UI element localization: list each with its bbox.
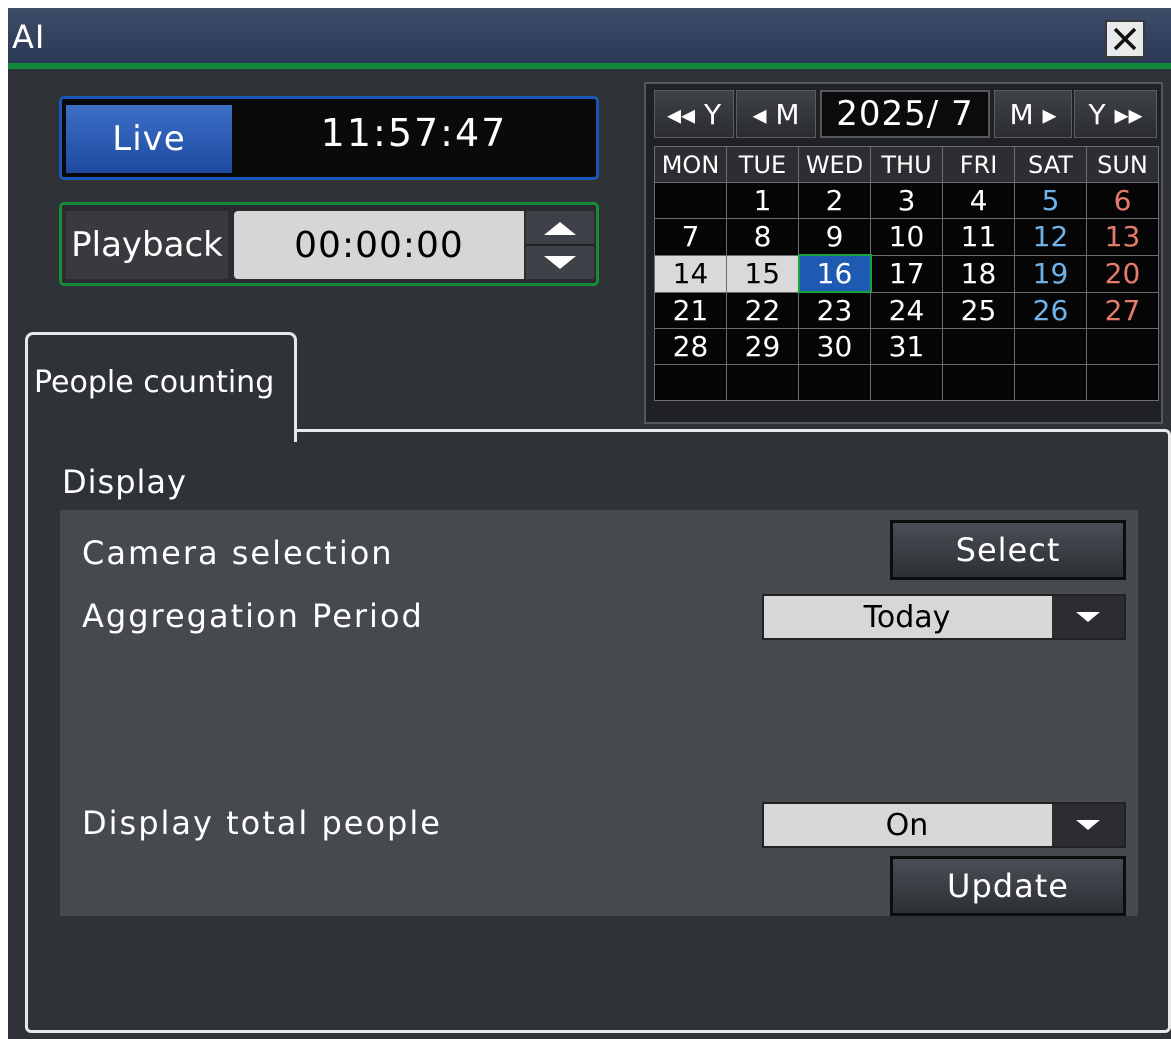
weekday-sun: SUN [1086, 146, 1159, 183]
weekday-header-row: MON TUE WED THU FRI SAT SUN [654, 146, 1159, 183]
calendar-day[interactable]: 22 [726, 291, 799, 329]
calendar-day [1014, 328, 1087, 365]
calendar-day[interactable]: 7 [654, 218, 727, 256]
calendar-day[interactable]: 9 [798, 218, 871, 256]
calendar-day[interactable]: 28 [654, 328, 727, 365]
calendar-day[interactable]: 5 [1014, 182, 1087, 219]
calendar-grid: MON TUE WED THU FRI SAT SUN 1 2 3 4 5 6 … [654, 146, 1159, 401]
live-time: 11:57:47 [320, 111, 508, 155]
close-button[interactable] [1105, 20, 1145, 58]
calendar-day[interactable]: 8 [726, 218, 799, 256]
calendar-week [654, 364, 1159, 401]
calendar-day [1086, 328, 1159, 365]
title-bar: AI [8, 8, 1171, 63]
time-up-button[interactable] [526, 211, 594, 246]
calendar: ◂◂ Y ◂ M 2025/ 7 M ▸ Y ▸▸ MON TUE WED TH… [644, 82, 1163, 424]
window-title: AI [12, 18, 46, 56]
calendar-day[interactable]: 18 [942, 254, 1015, 293]
tab-label: People counting [34, 365, 275, 400]
calendar-day [798, 364, 871, 401]
display-total-people-label: Display total people [82, 804, 442, 842]
calendar-day [654, 364, 727, 401]
calendar-day[interactable]: 29 [726, 328, 799, 365]
calendar-day[interactable]: 11 [942, 218, 1015, 256]
playback-time-stepper [526, 211, 594, 279]
weekday-tue: TUE [726, 146, 799, 183]
aggregation-period-value: Today [863, 599, 951, 635]
calendar-day[interactable] [654, 182, 727, 219]
next-year-button[interactable]: Y ▸▸ [1074, 90, 1157, 138]
calendar-day[interactable]: 2 [798, 182, 871, 219]
calendar-day[interactable]: 6 [1086, 182, 1159, 219]
time-down-button[interactable] [526, 246, 594, 279]
display-settings-box: Camera selection Select Aggregation Peri… [60, 510, 1138, 916]
calendar-day[interactable]: 31 [870, 328, 943, 365]
calendar-week: 21 22 23 24 25 26 27 [654, 291, 1159, 329]
calendar-day [1014, 364, 1087, 401]
calendar-day [942, 328, 1015, 365]
calendar-day [1086, 364, 1159, 401]
calendar-day[interactable]: 30 [798, 328, 871, 365]
calendar-day [870, 364, 943, 401]
next-month-button[interactable]: M ▸ [994, 90, 1072, 138]
display-total-people-value: On [885, 807, 929, 843]
calendar-day [942, 364, 1015, 401]
live-button[interactable]: Live [66, 105, 232, 173]
camera-selection-label: Camera selection [82, 534, 394, 572]
triangle-up-icon [544, 221, 576, 235]
weekday-wed: WED [798, 146, 871, 183]
calendar-month-label: 2025/ 7 [820, 90, 990, 138]
calendar-day [726, 364, 799, 401]
aggregation-period-label: Aggregation Period [82, 597, 424, 635]
tab-joint [28, 426, 294, 434]
calendar-day[interactable]: 3 [870, 182, 943, 219]
live-panel: Live 11:57:47 [59, 96, 599, 180]
calendar-day[interactable]: 19 [1014, 254, 1087, 293]
calendar-week: 14 15 16 17 18 19 20 [654, 254, 1159, 293]
calendar-day[interactable]: 20 [1086, 254, 1159, 293]
calendar-day[interactable]: 21 [654, 291, 727, 329]
calendar-day[interactable]: 14 [654, 254, 727, 293]
section-title: Display [62, 463, 187, 501]
calendar-day[interactable]: 4 [942, 182, 1015, 219]
weekday-sat: SAT [1014, 146, 1087, 183]
title-underline [8, 63, 1171, 69]
triangle-down-icon [544, 255, 576, 269]
calendar-day[interactable]: 17 [870, 254, 943, 293]
calendar-week: 7 8 9 10 11 12 13 [654, 218, 1159, 256]
calendar-day[interactable]: 13 [1086, 218, 1159, 256]
close-icon [1113, 27, 1137, 51]
calendar-day[interactable]: 12 [1014, 218, 1087, 256]
calendar-day[interactable]: 23 [798, 291, 871, 329]
prev-year-button[interactable]: ◂◂ Y [654, 90, 734, 138]
playback-time-field[interactable]: 00:00:00 [234, 211, 524, 279]
calendar-day[interactable]: 26 [1014, 291, 1087, 329]
prev-month-button[interactable]: ◂ M [736, 90, 816, 138]
display-total-people-select[interactable]: On [762, 802, 1126, 848]
weekday-fri: FRI [942, 146, 1015, 183]
aggregation-period-select[interactable]: Today [762, 594, 1126, 640]
calendar-day[interactable]: 10 [870, 218, 943, 256]
chevron-down-icon[interactable] [1052, 804, 1124, 846]
ai-window: AI Live 11:57:47 Playback 00:00:00 ◂◂ Y … [8, 8, 1171, 1039]
update-button[interactable]: Update [890, 856, 1126, 916]
calendar-day[interactable]: 27 [1086, 291, 1159, 329]
playback-panel: Playback 00:00:00 [59, 202, 599, 286]
chevron-down-icon[interactable] [1052, 596, 1124, 638]
weekday-thu: THU [870, 146, 943, 183]
calendar-day[interactable]: 24 [870, 291, 943, 329]
select-camera-button[interactable]: Select [890, 520, 1126, 580]
calendar-day[interactable]: 25 [942, 291, 1015, 329]
weekday-mon: MON [654, 146, 727, 183]
calendar-week: 28 29 30 31 [654, 328, 1159, 365]
calendar-day[interactable]: 15 [726, 254, 799, 293]
playback-button[interactable]: Playback [66, 211, 228, 279]
calendar-week: 1 2 3 4 5 6 [654, 182, 1159, 219]
calendar-day-selected[interactable]: 16 [797, 254, 872, 293]
calendar-day[interactable]: 1 [726, 182, 799, 219]
